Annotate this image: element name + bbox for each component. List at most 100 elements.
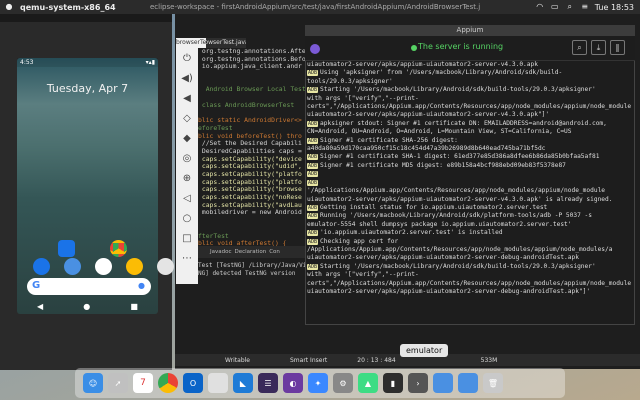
messages-app-icon[interactable] (58, 240, 75, 257)
log-text: Getting install status for io.appium.uia… (320, 203, 548, 211)
stop-server-button[interactable]: ‖ (610, 40, 625, 55)
log-tag: ADB (307, 263, 319, 270)
code-line: org.testng.annotations.Afte (198, 48, 306, 55)
back-button-icon[interactable]: ◁ (176, 188, 198, 208)
code-line: fterTest (198, 232, 229, 240)
rotate-right-icon[interactable]: ◆ (176, 128, 198, 148)
wifi-icon[interactable]: ◠ (535, 3, 545, 11)
log-tag: ADB (307, 162, 319, 169)
search-icon: ⌕ (577, 42, 582, 52)
log-tag: ADB (307, 230, 319, 237)
chrome-dock-icon[interactable] (126, 258, 143, 275)
downloads-folder-icon[interactable] (433, 373, 453, 393)
code-line: Android Browser Local Test. (198, 86, 310, 94)
log-text: Signer #1 certificate MD5 digest: e89b15… (320, 161, 566, 169)
log-line: uiautomator2-server/apks/appium-uiautoma… (307, 254, 633, 262)
log-text: uiautomator2-server/apks/appium-uiautoma… (307, 61, 538, 68)
camera-screenshot-icon[interactable]: ◎ (176, 148, 198, 168)
appium-icon[interactable]: ◐ (283, 373, 303, 393)
download-logs-button[interactable]: ⤓ (591, 40, 606, 55)
app-name[interactable]: qemu-system-x86_64 (20, 3, 116, 12)
tab-javadoc[interactable]: Javadoc (210, 249, 232, 255)
app-icon[interactable] (208, 373, 228, 393)
log-text: emulator-5554 shell dumpsys package io.a… (307, 220, 572, 228)
recents-icon[interactable]: ■ (130, 302, 138, 311)
phone-app-icon[interactable] (33, 258, 50, 275)
appium-actions: ⌕ ⤓ ‖ (572, 40, 625, 55)
macos-dock: ☺ ➚ 7 O ◣ ☰ ◐ ✦ ⚙ ▲ ▮ › 🗑 (75, 368, 565, 398)
home-button-icon[interactable]: ○ (176, 208, 198, 228)
log-line: uiautomator2-server/apks/appium-uiautoma… (307, 61, 633, 69)
log-line: ADB Starting '/Users/macbook/Library/Andr… (307, 86, 633, 94)
code-line: caps.setCapability("avdLau (198, 201, 302, 209)
google-search-bar[interactable]: G ● (27, 278, 151, 295)
status-memory: 533M (480, 356, 498, 364)
menu-icon[interactable]: ≡ (580, 3, 590, 11)
overview-button-icon[interactable]: □ (176, 228, 198, 248)
android-home-screen[interactable] (17, 58, 158, 314)
more-icon[interactable]: ⋯ (176, 248, 198, 268)
lockscreen-date: Tuesday, Apr 7 (46, 82, 129, 95)
messages-dock-icon[interactable] (64, 258, 81, 275)
log-text: uiautomator2-server/apks/appium-uiautoma… (307, 111, 550, 119)
mic-icon[interactable]: ● (138, 281, 145, 290)
tab-console[interactable]: Con (269, 249, 280, 255)
log-line: a40da80a59d170caa950cf15c18c454d47a39b26… (307, 145, 633, 153)
tab-declaration[interactable]: Declaration (235, 249, 267, 255)
chrome-icon[interactable] (158, 373, 178, 393)
log-line: tools/29.0.3/apksigner' (307, 78, 633, 86)
trash-icon[interactable]: 🗑 (483, 373, 503, 393)
camera-icon[interactable] (157, 258, 174, 275)
emulator-titlebar (0, 14, 172, 22)
log-text: apksigner stdout: Signer #1 certificate … (320, 119, 607, 127)
log-line: ADB Getting install status for io.appium.… (307, 204, 633, 212)
android-studio-icon[interactable]: ▲ (358, 373, 378, 393)
xcode-icon[interactable]: ✦ (308, 373, 328, 393)
eclipse-icon[interactable]: ☰ (258, 373, 278, 393)
documents-folder-icon[interactable] (458, 373, 478, 393)
chrome-app-icon[interactable] (110, 240, 127, 257)
play-store-icon[interactable] (95, 258, 112, 275)
log-text: Starting '/Users/macbook/Library/Android… (320, 262, 596, 270)
back-icon[interactable]: ◀ (37, 302, 43, 311)
log-text: Signer #1 certificate SHA-256 digest: (320, 136, 458, 144)
emulator-icon[interactable]: ▮ (383, 373, 403, 393)
terminal-icon[interactable]: › (408, 373, 428, 393)
volume-down-icon[interactable]: ◀ (176, 88, 198, 108)
menu-bar: ● qemu-system-x86_64 eclipse-workspace -… (0, 0, 640, 14)
zoom-icon[interactable]: ⊕ (176, 168, 198, 188)
system-preferences-icon[interactable]: ⚙ (333, 373, 353, 393)
code-line: caps.setCapability("udid", (198, 163, 302, 171)
log-line: ADB (307, 179, 633, 187)
code-editor[interactable]: org.testng.annotations.Afte org.testng.a… (198, 48, 310, 248)
apple-icon[interactable]: ● (4, 3, 14, 11)
log-line: certs","/Applications/Appium.app/Content… (307, 280, 633, 288)
server-status: The server is running (418, 42, 504, 51)
log-line: certs","/Applications/Appium.app/Content… (307, 103, 633, 111)
finder-icon[interactable]: ☺ (83, 373, 103, 393)
log-tag: ADB (307, 137, 319, 144)
search-logs-button[interactable]: ⌕ (572, 40, 587, 55)
battery-icon[interactable]: ▭ (550, 3, 560, 11)
bottom-panel (198, 246, 310, 346)
calendar-icon[interactable]: 7 (133, 373, 153, 393)
power-icon[interactable]: ⏻ (176, 48, 198, 68)
home-icon[interactable]: ● (83, 302, 90, 311)
code-line: io.appium.java_client.andr (198, 63, 302, 71)
launchpad-icon[interactable]: ➚ (108, 373, 128, 393)
log-text: '/Applications/Appium.app/Contents/Resou… (307, 187, 606, 195)
vscode-icon[interactable]: ◣ (233, 373, 253, 393)
volume-up-icon[interactable]: ◀) (176, 68, 198, 88)
rotate-left-icon[interactable]: ◇ (176, 108, 198, 128)
calendar-day: 7 (140, 378, 146, 388)
clock[interactable]: Tue 18:53 (595, 3, 634, 12)
appium-log[interactable]: uiautomator2-server/apks/appium-uiautoma… (307, 61, 633, 323)
dock-apps (33, 258, 174, 275)
outlook-icon[interactable]: O (183, 373, 203, 393)
log-text: Checking app cert for (320, 237, 399, 245)
log-line: uiautomator2-server/apks/appium-uiautoma… (307, 288, 633, 296)
search-icon[interactable]: ⌕ (565, 3, 575, 11)
